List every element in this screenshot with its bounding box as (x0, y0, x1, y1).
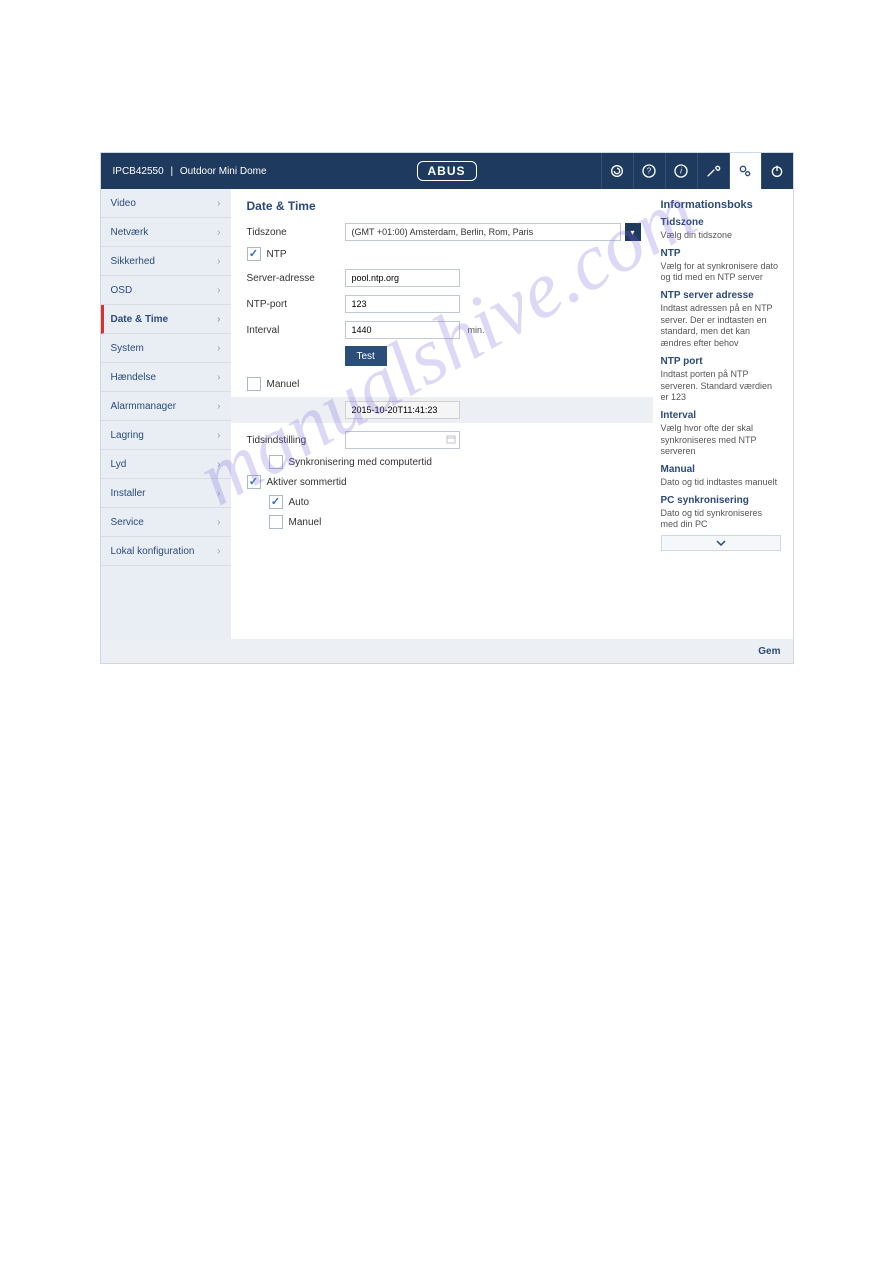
info-text: Vælg for at synkronisere dato og tid med… (661, 261, 781, 284)
chevron-right-icon: › (217, 450, 220, 479)
sidebar-item-event[interactable]: Hændelse› (101, 363, 231, 392)
dropdown-icon[interactable]: ▾ (625, 223, 641, 241)
app-header: IPCB42550 | Outdoor Mini Dome ABUS ? i (101, 153, 793, 189)
sidebar-item-local-config[interactable]: Lokal konfiguration› (101, 537, 231, 566)
chevron-right-icon: › (217, 189, 220, 218)
power-icon[interactable] (761, 153, 793, 189)
sidebar-item-service[interactable]: Service› (101, 508, 231, 537)
interval-label: Interval (247, 325, 345, 336)
tidsindstilling-label: Tidsindstilling (247, 435, 345, 446)
footer-bar: Gem (101, 639, 793, 663)
ntp-port-input[interactable] (345, 295, 460, 313)
dst-manual-label: Manuel (289, 517, 322, 528)
chevron-right-icon: › (217, 508, 220, 537)
timezone-select[interactable]: (GMT +01:00) Amsterdam, Berlin, Rom, Par… (345, 223, 621, 241)
device-id: IPCB42550 (113, 166, 164, 177)
info-heading-timezone: Tidszone (661, 217, 781, 228)
chevron-right-icon: › (217, 392, 220, 421)
sidebar-item-alarm[interactable]: Alarmmanager› (101, 392, 231, 421)
info-text: Indtast porten på NTP serveren. Standard… (661, 369, 781, 404)
sidebar-item-datetime[interactable]: Date & Time› (101, 305, 231, 334)
server-address-label: Server-adresse (247, 273, 345, 284)
header-title: IPCB42550 | Outdoor Mini Dome (101, 166, 267, 177)
dst-auto-checkbox[interactable] (269, 495, 283, 509)
manual-checkbox[interactable] (247, 377, 261, 391)
server-address-input[interactable] (345, 269, 460, 287)
ntp-checkbox[interactable] (247, 247, 261, 261)
info-title: Informationsboks (661, 199, 781, 211)
refresh-icon[interactable] (601, 153, 633, 189)
dst-manual-checkbox[interactable] (269, 515, 283, 529)
sidebar-item-audio[interactable]: Lyd› (101, 450, 231, 479)
help-icon[interactable]: ? (633, 153, 665, 189)
save-button[interactable]: Gem (758, 646, 780, 657)
info-heading-manual: Manual (661, 464, 781, 475)
info-text: Vælg hvor ofte der skal synkroniseres me… (661, 423, 781, 458)
chevron-right-icon: › (217, 305, 220, 334)
dst-label: Aktiver sommertid (267, 477, 347, 488)
brand-logo: ABUS (416, 161, 476, 181)
sidebar-item-system[interactable]: System› (101, 334, 231, 363)
sidebar-item-network[interactable]: Netværk› (101, 218, 231, 247)
chevron-right-icon: › (217, 218, 220, 247)
dst-auto-label: Auto (289, 497, 310, 508)
sidebar-item-storage[interactable]: Lagring› (101, 421, 231, 450)
ntp-checkbox-label: NTP (267, 249, 287, 260)
tidsindstilling-input[interactable] (345, 431, 460, 449)
manual-checkbox-label: Manuel (267, 379, 300, 390)
info-text: Indtast adressen på en NTP server. Der e… (661, 303, 781, 350)
interval-unit: min. (468, 325, 485, 335)
timezone-label: Tidszone (247, 227, 345, 238)
manual-time-display (345, 401, 460, 419)
sync-pc-label: Synkronisering med computertid (289, 457, 432, 468)
tools-icon[interactable] (697, 153, 729, 189)
info-heading-pcsync: PC synkronisering (661, 495, 781, 506)
sync-pc-checkbox[interactable] (269, 455, 283, 469)
expand-button[interactable] (661, 535, 781, 551)
chevron-right-icon: › (217, 276, 220, 305)
chevron-right-icon: › (217, 479, 220, 508)
sidebar-item-installer[interactable]: Installer› (101, 479, 231, 508)
info-text: Dato og tid indtastes manuelt (661, 477, 781, 489)
test-button[interactable]: Test (345, 346, 387, 366)
info-heading-server: NTP server adresse (661, 290, 781, 301)
info-box: Informationsboks Tidszone Vælg din tidsz… (661, 199, 781, 629)
settings-icon[interactable] (729, 153, 761, 189)
sidebar-item-security[interactable]: Sikkerhed› (101, 247, 231, 276)
info-heading-ntp: NTP (661, 248, 781, 259)
interval-input[interactable] (345, 321, 460, 339)
dst-checkbox[interactable] (247, 475, 261, 489)
sidebar-item-video[interactable]: Video› (101, 189, 231, 218)
ntp-port-label: NTP-port (247, 299, 345, 310)
info-heading-interval: Interval (661, 410, 781, 421)
calendar-icon (446, 434, 456, 444)
sidebar: Video› Netværk› Sikkerhed› OSD› Date & T… (101, 189, 231, 639)
info-heading-port: NTP port (661, 356, 781, 367)
chevron-right-icon: › (217, 421, 220, 450)
info-icon[interactable]: i (665, 153, 697, 189)
svg-text:?: ? (647, 167, 652, 176)
chevron-right-icon: › (217, 247, 220, 276)
header-separator: | (170, 166, 173, 177)
page-title: Date & Time (247, 199, 641, 213)
svg-text:i: i (680, 167, 682, 176)
chevron-down-icon (716, 540, 726, 546)
chevron-right-icon: › (217, 537, 220, 566)
chevron-right-icon: › (217, 334, 220, 363)
sidebar-item-osd[interactable]: OSD› (101, 276, 231, 305)
logo-text: ABUS (416, 161, 476, 181)
device-name: Outdoor Mini Dome (180, 166, 267, 177)
info-text: Vælg din tidszone (661, 230, 781, 242)
chevron-right-icon: › (217, 363, 220, 392)
info-text: Dato og tid synkroniseres med din PC (661, 508, 781, 531)
